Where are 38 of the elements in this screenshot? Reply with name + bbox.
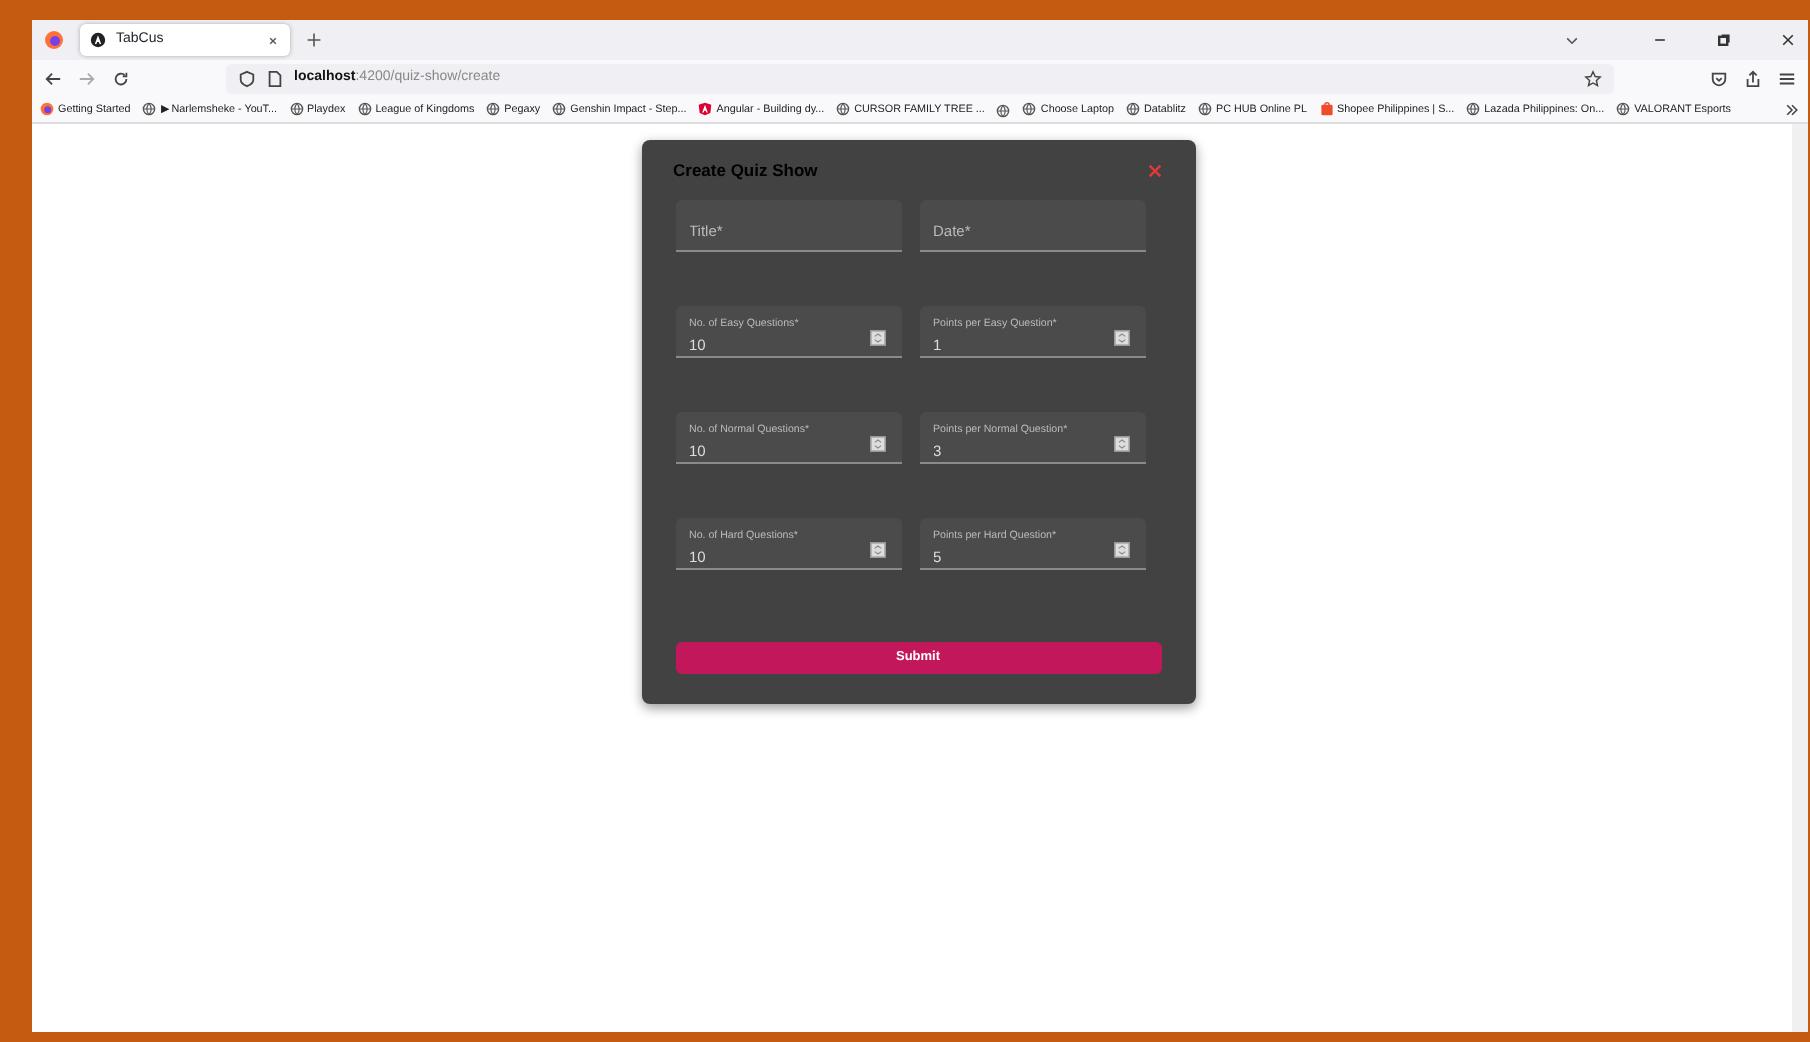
globe-icon — [1616, 102, 1631, 117]
globe-icon — [289, 102, 303, 117]
close-icon[interactable] — [1780, 32, 1796, 48]
globe-icon — [1466, 102, 1481, 117]
share-icon[interactable] — [1744, 70, 1762, 88]
dialog-title: Create Quiz Show — [673, 160, 818, 181]
globe-icon — [1197, 102, 1212, 117]
spinner-icon[interactable] — [1113, 542, 1129, 559]
spinner-icon[interactable] — [869, 330, 885, 347]
globe-icon — [486, 102, 501, 117]
menu-icon[interactable] — [1778, 70, 1796, 88]
back-icon[interactable] — [44, 70, 62, 88]
globe-icon — [552, 102, 567, 117]
spinner-icon[interactable] — [869, 436, 885, 453]
browser-logo-icon — [40, 102, 54, 117]
chevron-right-icon[interactable] — [1784, 102, 1800, 118]
globe-icon[interactable] — [996, 103, 1011, 117]
globe-icon — [1022, 102, 1037, 117]
spinner-icon[interactable] — [869, 542, 885, 559]
reload-icon[interactable] — [112, 70, 130, 88]
browser-logo-icon[interactable] — [44, 30, 64, 50]
globe-icon — [836, 102, 851, 117]
shopping-bag-icon — [1319, 102, 1334, 117]
shield-icon — [238, 70, 256, 88]
scrollbar[interactable] — [1792, 124, 1808, 1032]
spinner-icon[interactable] — [1113, 436, 1129, 453]
globe-icon — [1126, 102, 1140, 117]
restore-icon[interactable] — [1716, 32, 1732, 48]
new-tab-icon[interactable] — [306, 32, 322, 48]
close-icon[interactable] — [266, 33, 280, 47]
globe-icon — [142, 102, 157, 117]
chevron-down-icon[interactable] — [1564, 32, 1580, 48]
star-icon[interactable] — [1584, 70, 1602, 88]
angular-logo-icon — [90, 32, 106, 48]
page-icon — [266, 70, 284, 88]
spinner-icon[interactable] — [1113, 330, 1129, 347]
globe-icon — [357, 102, 372, 117]
pocket-icon[interactable] — [1710, 70, 1728, 88]
